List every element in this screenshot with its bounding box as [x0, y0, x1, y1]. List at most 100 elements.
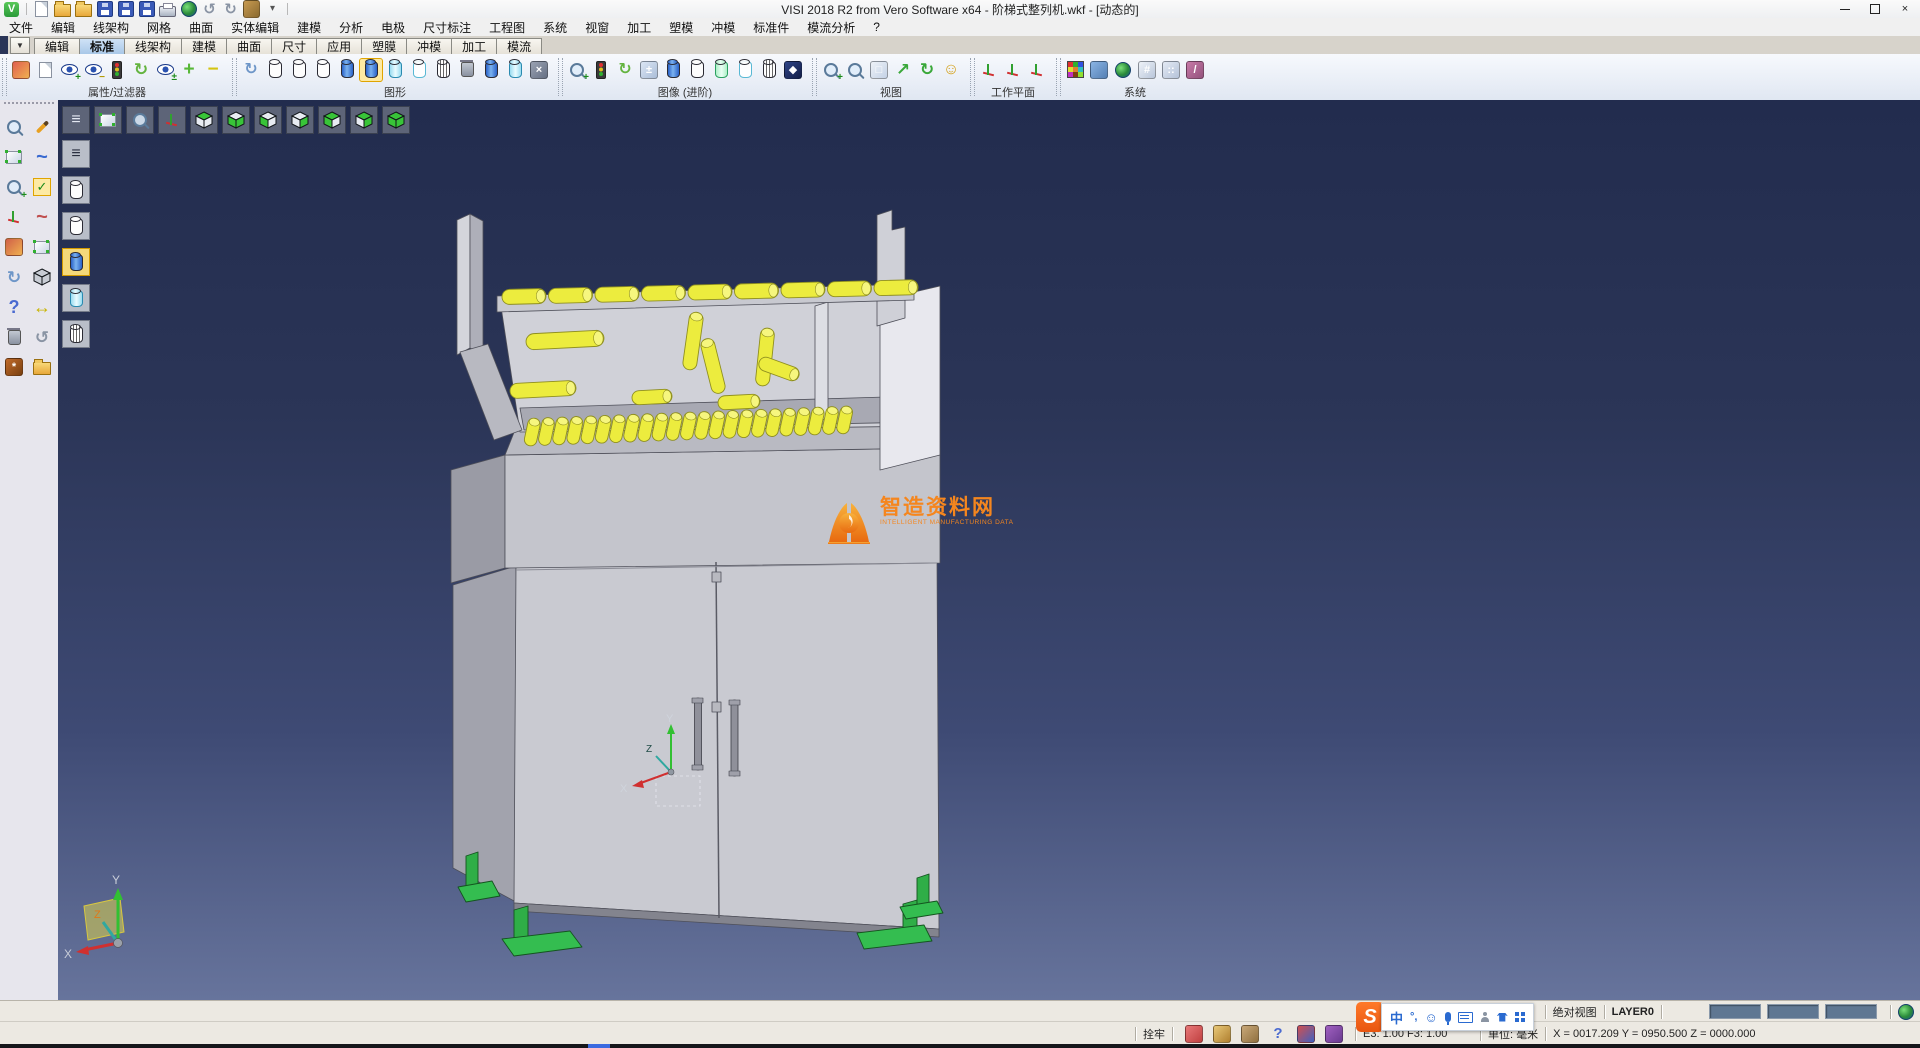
modify-attributes-icon[interactable]: [10, 59, 32, 81]
cube-iso-view-icon[interactable]: [385, 109, 407, 131]
viewer-face-icon[interactable]: ☺: [940, 59, 962, 81]
cube-front-view-icon-button[interactable]: [254, 106, 282, 134]
cube-top-view-icon[interactable]: [193, 109, 215, 131]
tab-加工[interactable]: 加工: [451, 38, 497, 54]
shaded-mode-icon-button[interactable]: [62, 248, 90, 276]
tab-冲模[interactable]: 冲模: [406, 38, 452, 54]
taskbar-item[interactable]: [588, 1044, 610, 1048]
tab-线架构[interactable]: 线架构: [124, 38, 182, 54]
tab-dropdown-button[interactable]: ▼: [10, 37, 30, 54]
attributes-stack-icon[interactable]: [2, 235, 26, 259]
snap-points-icon[interactable]: ::: [1160, 59, 1182, 81]
tools-icon[interactable]: [1239, 1023, 1261, 1045]
color-palette-icon[interactable]: [1064, 59, 1086, 81]
plane-corners-icon[interactable]: [2, 145, 26, 169]
graphics-settings-icon[interactable]: ×: [528, 59, 550, 81]
workplane-align-icon[interactable]: [1026, 59, 1048, 81]
rotate-view-icon[interactable]: ↻: [916, 59, 938, 81]
solid-cube-icon[interactable]: [30, 265, 54, 289]
tab-尺寸[interactable]: 尺寸: [271, 38, 317, 54]
menu-尺寸标注[interactable]: 尺寸标注: [414, 19, 480, 36]
cylinder-dashed-icon[interactable]: [312, 59, 334, 81]
person-icon[interactable]: [1480, 1012, 1490, 1022]
cube-back-view-icon-button[interactable]: [286, 106, 314, 134]
hidden-line-mode-icon-button[interactable]: [62, 212, 90, 240]
save-icon[interactable]: [96, 1, 113, 17]
zoom-window-icon[interactable]: [844, 59, 866, 81]
arrow-ne-icon[interactable]: ↗: [892, 59, 914, 81]
tab-模流[interactable]: 模流: [496, 38, 542, 54]
package-icon[interactable]: [1297, 1026, 1315, 1042]
show-add-icon[interactable]: +: [58, 59, 80, 81]
color-swatch-1[interactable]: [1709, 1004, 1761, 1019]
system-tools-icon[interactable]: [1112, 59, 1134, 81]
tab-编辑[interactable]: 编辑: [34, 38, 80, 54]
menu-系统[interactable]: 系统: [534, 19, 576, 36]
cylinder-modify-icon[interactable]: [504, 59, 526, 81]
menu-分析[interactable]: 分析: [330, 19, 372, 36]
open-folder-icon[interactable]: [54, 1, 71, 17]
cube-right-view-icon[interactable]: [353, 109, 375, 131]
zoom-out-filter-icon[interactable]: −: [202, 59, 224, 81]
zoom-dynamic-icon[interactable]: +: [2, 175, 26, 199]
tab-应用[interactable]: 应用: [316, 38, 362, 54]
tab-塑膜[interactable]: 塑膜: [361, 38, 407, 54]
skin-icon[interactable]: [1497, 1013, 1508, 1022]
advanced-filter-icon[interactable]: [590, 59, 612, 81]
image-settings-icon[interactable]: [1088, 59, 1110, 81]
cylinder-ghost-icon[interactable]: [408, 59, 430, 81]
tab-曲面[interactable]: 曲面: [226, 38, 272, 54]
cylinder-check-icon[interactable]: [710, 59, 732, 81]
profile-icon[interactable]: [1211, 1023, 1233, 1045]
menu-文件[interactable]: 文件: [0, 19, 42, 36]
snap-grid-icon[interactable]: [1183, 1023, 1205, 1045]
query-blue-icon[interactable]: ?: [1269, 1026, 1287, 1042]
minimize-button[interactable]: [1830, 0, 1860, 18]
menu-塑模[interactable]: 塑模: [660, 19, 702, 36]
cube-left-view-icon-button[interactable]: [318, 106, 346, 134]
toggle-show-hide-icon[interactable]: ±: [154, 59, 176, 81]
color-swatch-2[interactable]: [1767, 1004, 1819, 1019]
menu-视窗[interactable]: 视窗: [576, 19, 618, 36]
shaded-mode-icon[interactable]: [65, 251, 87, 273]
ucs-move-icon[interactable]: [2, 205, 26, 229]
hidden-line-mode-icon[interactable]: [65, 215, 87, 237]
shield-icon[interactable]: ◆: [782, 59, 804, 81]
punctuation-toggle[interactable]: °,: [1410, 1011, 1417, 1023]
translucent-mode-icon[interactable]: [65, 287, 87, 309]
menu-?[interactable]: ?: [864, 20, 889, 34]
plane-select-icon[interactable]: [97, 109, 119, 131]
menu-实体编辑[interactable]: 实体编辑: [222, 19, 288, 36]
copy-attributes-icon[interactable]: [34, 59, 56, 81]
tools-icon[interactable]: [1241, 1026, 1259, 1042]
cylinder-frame-icon[interactable]: [734, 59, 756, 81]
preview-globe-icon[interactable]: [180, 1, 197, 17]
solid-box-icon[interactable]: [1323, 1023, 1345, 1045]
zoom-plus-icon[interactable]: +: [820, 59, 842, 81]
cylinder-outline-icon[interactable]: [686, 59, 708, 81]
snap-grid-icon[interactable]: [1185, 1026, 1203, 1042]
undo-icon[interactable]: ↺: [201, 1, 218, 17]
menu-冲模[interactable]: 冲模: [702, 19, 744, 36]
translucent-mode-icon-button[interactable]: [62, 284, 90, 312]
menu-工程图[interactable]: 工程图: [480, 19, 534, 36]
absolute-view-status[interactable]: 绝对视图: [1553, 1004, 1597, 1020]
viewport-menu-icon-button[interactable]: ≡: [62, 106, 90, 134]
refresh-region-icon[interactable]: ↻: [614, 59, 636, 81]
color-swatch-3[interactable]: [1825, 1004, 1877, 1019]
new-file-icon[interactable]: [33, 1, 50, 17]
selection-box-icon[interactable]: □: [868, 59, 890, 81]
menu-线架构[interactable]: 线架构: [84, 19, 138, 36]
confirm-check-icon[interactable]: ✓: [30, 175, 54, 199]
filter-traffic-light-icon[interactable]: [106, 59, 128, 81]
curve-edit-icon[interactable]: ~: [30, 205, 54, 229]
query-icon[interactable]: ?: [2, 295, 26, 319]
render-menu-icon[interactable]: ≡: [65, 143, 87, 165]
workplane-axes-icon[interactable]: [978, 59, 1000, 81]
menu-编辑[interactable]: 编辑: [42, 19, 84, 36]
model-canvas[interactable]: Y X Z Y X Z: [58, 100, 1920, 1000]
tab-标准[interactable]: 标准: [79, 38, 125, 54]
emoji-icon[interactable]: ☺: [1424, 1010, 1437, 1025]
menu-网格[interactable]: 网格: [138, 19, 180, 36]
menu-标准件[interactable]: 标准件: [744, 19, 798, 36]
